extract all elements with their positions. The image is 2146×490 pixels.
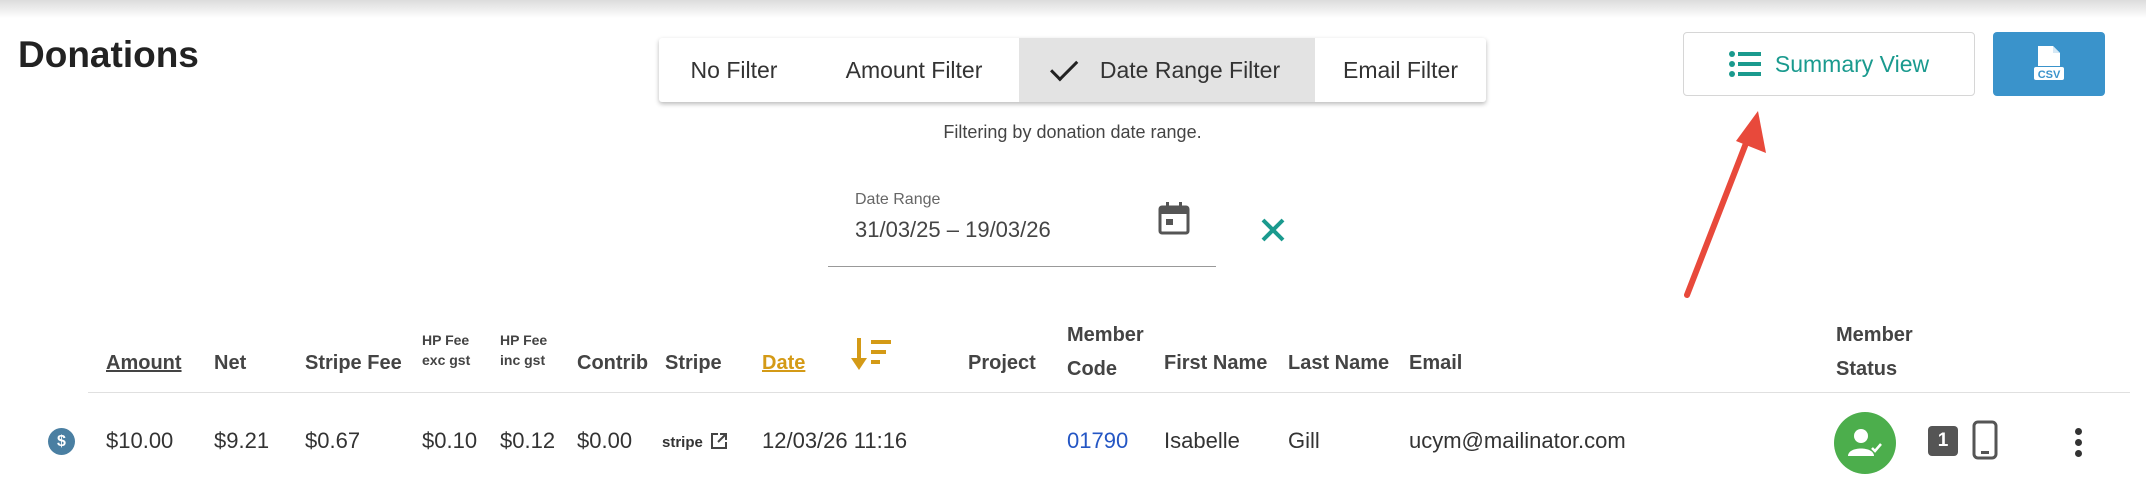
external-link-icon[interactable] <box>710 432 728 450</box>
annotation-arrow-icon <box>1684 111 1766 298</box>
header-member-code-line2: Code <box>1067 358 1117 380</box>
header-hp-fee-exc: HP Fee exc gst <box>422 330 470 370</box>
header-contrib: Contrib <box>577 352 649 374</box>
header-member-status-line2: Status <box>1836 358 1898 380</box>
cell-contrib: $0.00 <box>577 428 633 453</box>
summary-view-button[interactable]: Summary View <box>1683 32 1975 96</box>
header-last-name: Last Name <box>1288 352 1390 374</box>
cell-member-code-link[interactable]: 01790 <box>1067 428 1128 454</box>
mobile-phone-icon <box>1972 420 1998 460</box>
cell-stripe-fee: $0.67 <box>305 428 361 453</box>
header-date[interactable]: Date <box>762 352 805 375</box>
header-member-code-line1: Member <box>1067 324 1144 346</box>
header-hp-fee-inc-line2: inc gst <box>500 352 546 368</box>
date-range-filter-label: Date Range Filter <box>1099 56 1281 83</box>
email-filter-button[interactable]: Email Filter <box>1315 38 1486 102</box>
cell-net: $9.21 <box>214 428 270 453</box>
summary-view-label: Summary View <box>1774 50 1930 77</box>
csv-export-button[interactable]: CSV <box>1993 32 2105 96</box>
dollar-coin-icon: $ <box>48 428 75 455</box>
cell-last-name: Gill <box>1288 428 1320 453</box>
header-member-status: Member Status <box>1836 318 1913 386</box>
calendar-icon[interactable] <box>1158 201 1190 235</box>
header-net: Net <box>214 352 247 374</box>
cell-email: ucym@mailinator.com <box>1409 428 1626 453</box>
cell-stripe-link[interactable]: stripe <box>662 434 703 451</box>
cell-first-name: Isabelle <box>1164 428 1240 453</box>
header-member-status-line1: Member <box>1836 324 1913 346</box>
member-verified-avatar-icon[interactable] <box>1834 412 1896 474</box>
date-range-filter-button[interactable]: Date Range Filter <box>1019 38 1315 102</box>
sort-descending-icon[interactable] <box>850 336 892 372</box>
header-email: Email <box>1409 352 1463 374</box>
header-stripe: Stripe <box>665 352 722 374</box>
header-stripe-fee: Stripe Fee <box>305 352 402 374</box>
filter-toggle-group: No Filter Amount Filter Date Range Filte… <box>659 38 1486 102</box>
svg-text:CSV: CSV <box>2038 69 2061 81</box>
table-divider <box>88 392 2130 393</box>
header-hp-fee-inc: HP Fee inc gst <box>500 330 547 370</box>
filter-note: Filtering by donation date range. <box>943 122 1202 142</box>
page-title: Donations <box>18 34 199 75</box>
top-shadow <box>0 0 2146 18</box>
cell-hp-fee-exc: $0.10 <box>422 428 478 453</box>
cell-date: 12/03/26 11:16 <box>762 428 908 453</box>
list-icon <box>1728 51 1761 77</box>
csv-file-icon: CSV <box>2034 46 2064 81</box>
date-range-value[interactable]: 31/03/25 – 19/03/26 <box>855 217 1051 243</box>
header-hp-fee-inc-line1: HP Fee <box>500 332 548 348</box>
header-hp-fee-exc-line1: HP Fee <box>422 332 470 348</box>
person-check-icon <box>1848 429 1882 456</box>
header-first-name: First Name <box>1164 352 1268 374</box>
cell-hp-fee-inc: $0.12 <box>500 428 556 453</box>
cell-amount: $10.00 <box>106 428 174 453</box>
header-hp-fee-exc-line2: exc gst <box>422 352 471 368</box>
header-member-code: Member Code <box>1067 318 1144 386</box>
amount-filter-button[interactable]: Amount Filter <box>809 38 1019 102</box>
clear-date-icon[interactable] <box>1258 215 1288 245</box>
row-menu-icon[interactable] <box>2072 428 2084 464</box>
header-project: Project <box>968 352 1036 374</box>
count-badge: 1 <box>1928 426 1958 456</box>
no-filter-button[interactable]: No Filter <box>659 38 809 102</box>
date-range-field[interactable]: Date Range 31/03/25 – 19/03/26 <box>828 185 1216 267</box>
header-amount[interactable]: Amount <box>106 352 182 375</box>
date-range-label: Date Range <box>855 191 941 208</box>
check-icon <box>1049 53 1079 82</box>
